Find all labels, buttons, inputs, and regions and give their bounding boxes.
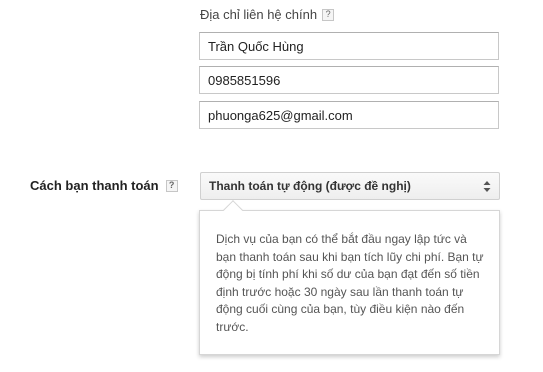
payment-method-select[interactable]: Thanh toán tự động (được đề nghị) xyxy=(200,172,500,200)
payment-method-tooltip: Dịch vụ của bạn có thể bắt đầu ngay lập … xyxy=(199,200,500,355)
billing-settings-page: Địa chỉ liên hệ chính ? Cách bạn thanh t… xyxy=(0,0,543,372)
tooltip-caret xyxy=(223,200,243,220)
payment-method-label: Cách bạn thanh toán ? xyxy=(30,178,178,193)
contact-label-text: Địa chỉ liên hệ chính xyxy=(200,7,318,22)
payment-label-text: Cách bạn thanh toán xyxy=(30,178,159,193)
contact-email-field[interactable] xyxy=(199,101,499,129)
contact-name-field[interactable] xyxy=(199,32,499,60)
help-icon[interactable]: ? xyxy=(165,179,178,192)
tooltip-description: Dịch vụ của bạn có thể bắt đầu ngay lập … xyxy=(216,232,484,334)
contact-section-label: Địa chỉ liên hệ chính ? xyxy=(200,7,335,22)
help-icon[interactable]: ? xyxy=(322,8,335,21)
select-arrows-icon xyxy=(483,181,491,192)
contact-phone-field[interactable] xyxy=(199,66,499,94)
payment-method-selected-value: Thanh toán tự động (được đề nghị) xyxy=(209,179,411,193)
